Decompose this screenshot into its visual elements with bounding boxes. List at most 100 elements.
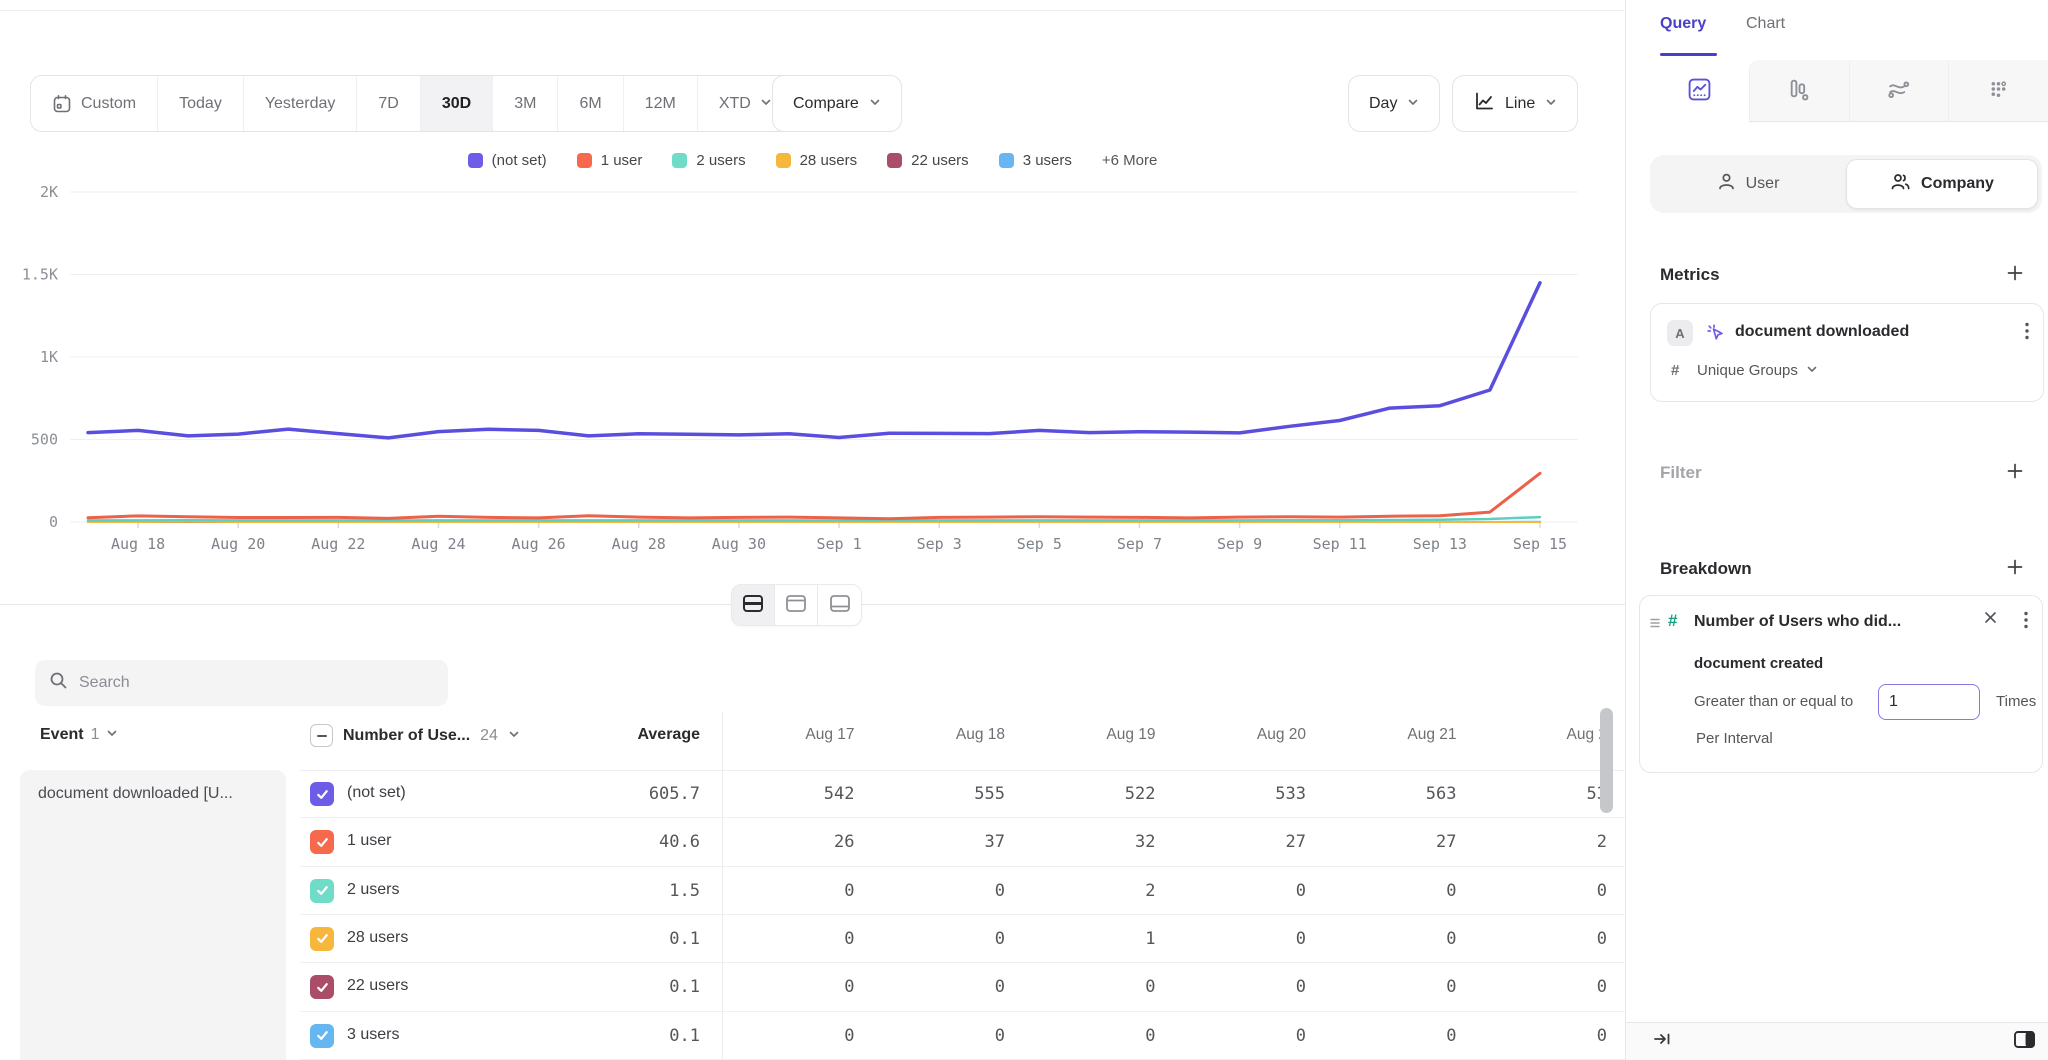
row-checkbox[interactable] <box>310 927 334 951</box>
chart-series-1-user[interactable] <box>88 473 1540 518</box>
row-value: 0 <box>1174 929 1325 949</box>
table-row-2-users[interactable]: 2 users1.5002000 <box>300 867 1625 915</box>
row-checkbox[interactable] <box>310 830 334 854</box>
range-today[interactable]: Today <box>158 76 244 131</box>
measure-hash-icon: # <box>1671 362 1679 379</box>
line-chart-icon <box>1473 90 1495 117</box>
row-value: 1 <box>1023 929 1174 949</box>
date-range-group: CustomTodayYesterday7D30D3M6M12MXTD <box>30 75 794 132</box>
legend-item-not-set[interactable]: (not set) <box>468 152 547 169</box>
metric-badge: A <box>1667 320 1693 346</box>
breakdown-property-name: Number of Users who did... <box>1694 613 1901 631</box>
breakdown-menu-button[interactable] <box>2024 611 2028 632</box>
range-30d[interactable]: 30D <box>421 76 493 131</box>
compare-label: Compare <box>793 95 859 113</box>
toggle-sidebar-button[interactable] <box>2013 1030 2036 1052</box>
active-tab-underline <box>1660 53 1717 56</box>
add-metric-button[interactable] <box>2004 262 2026 287</box>
range-7d[interactable]: 7D <box>357 76 420 131</box>
legend-more[interactable]: +6 More <box>1102 152 1157 169</box>
event-column-header[interactable]: Event 1 <box>40 726 118 744</box>
table-row-28-users[interactable]: 28 users0.1001000 <box>300 915 1625 963</box>
table-row-1-user[interactable]: 1 user40.626373227272 <box>300 818 1625 866</box>
breakdown-card[interactable]: # Number of Users who did... document cr… <box>1639 595 2043 773</box>
table-scrollbar[interactable] <box>1600 708 1613 813</box>
chevron-down-icon <box>1806 362 1818 379</box>
filter-title: Filter <box>1660 463 1702 483</box>
breakdown-value-input[interactable] <box>1878 684 1980 720</box>
row-value: 32 <box>1023 832 1174 852</box>
row-checkbox[interactable] <box>310 1024 334 1048</box>
tab-query[interactable]: Query <box>1660 15 1706 33</box>
row-value: 0 <box>722 881 873 901</box>
row-value: 0 <box>1475 881 1626 901</box>
chart-type-dropdown[interactable]: Line <box>1452 75 1578 132</box>
y-axis-tick-label: 0 <box>49 513 58 531</box>
legend-item-2-users[interactable]: 2 users <box>672 152 745 169</box>
table-row-not-set[interactable]: (not set)605.754255552253356353 <box>300 770 1625 818</box>
range-6m[interactable]: 6M <box>558 76 623 131</box>
breakdown-per-interval-label: Per Interval <box>1696 730 1773 747</box>
entity-option-user[interactable]: User <box>1650 155 1846 213</box>
chart-series-not-set[interactable] <box>88 283 1540 438</box>
chart-type-line-button[interactable] <box>1650 60 1749 122</box>
metric-menu-button[interactable] <box>2025 322 2029 343</box>
search-icon <box>49 671 68 695</box>
measure-label: Unique Groups <box>1697 362 1798 379</box>
add-breakdown-button[interactable] <box>2004 556 2026 581</box>
row-checkbox[interactable] <box>310 879 334 903</box>
chevron-down-icon <box>106 726 118 744</box>
layout-top-button[interactable] <box>775 585 818 625</box>
chart-type-bar-button[interactable] <box>1749 60 1849 122</box>
kebab-icon <box>2024 617 2028 632</box>
select-all-checkbox[interactable] <box>310 724 333 747</box>
entity-option-company[interactable]: Company <box>1846 159 2038 209</box>
split-view-icon <box>742 594 764 616</box>
x-axis-tick-label: Sep 1 <box>816 535 861 553</box>
row-value: 0 <box>722 977 873 997</box>
plus-icon <box>2006 270 2024 285</box>
add-filter-button[interactable] <box>2004 460 2026 485</box>
search-input[interactable] <box>79 674 434 692</box>
x-axis-tick-label: Sep 13 <box>1413 535 1467 553</box>
metric-card[interactable]: A document downloaded # Unique Groups <box>1650 303 2044 402</box>
drag-handle-icon[interactable] <box>1649 616 1661 634</box>
breakdown-event-name: document created <box>1694 655 1823 672</box>
compare-button[interactable]: Compare <box>772 75 902 132</box>
collapse-panel-button[interactable] <box>1652 1030 1672 1051</box>
row-checkbox[interactable] <box>310 975 334 999</box>
layout-split-button[interactable] <box>732 585 775 625</box>
row-value: 0 <box>873 977 1024 997</box>
chart-type-more-button[interactable] <box>1948 60 2048 122</box>
range-3m[interactable]: 3M <box>493 76 558 131</box>
row-checkbox[interactable] <box>310 782 334 806</box>
table-row-22-users[interactable]: 22 users0.1000000 <box>300 963 1625 1011</box>
tab-chart[interactable]: Chart <box>1746 15 1785 33</box>
legend-item-1-user[interactable]: 1 user <box>577 152 643 169</box>
metrics-section-header: Metrics <box>1660 262 2026 287</box>
legend-item-22-users[interactable]: 22 users <box>887 152 969 169</box>
row-value: 0 <box>1475 977 1626 997</box>
event-list-panel[interactable]: document downloaded [U... <box>20 770 286 1060</box>
row-average: 1.5 <box>560 881 700 901</box>
layout-bottom-button[interactable] <box>818 585 861 625</box>
x-axis-tick-label: Aug 24 <box>411 535 465 553</box>
dots-grid-icon <box>1986 77 2011 105</box>
chart-type-flow-button[interactable] <box>1849 60 1949 122</box>
measure-dropdown[interactable]: Unique Groups <box>1697 362 1818 379</box>
range-yesterday[interactable]: Yesterday <box>244 76 358 131</box>
range-12m[interactable]: 12M <box>624 76 698 131</box>
entity-user-label: User <box>1746 175 1780 193</box>
legend-item-28-users[interactable]: 28 users <box>776 152 858 169</box>
group-column-header[interactable]: Number of Use... 24 <box>310 724 520 747</box>
legend-item-3-users[interactable]: 3 users <box>999 152 1072 169</box>
interval-dropdown[interactable]: Day <box>1348 75 1440 132</box>
chevron-down-icon <box>508 727 520 745</box>
row-label: (not set) <box>347 784 406 802</box>
range-custom[interactable]: Custom <box>31 76 158 131</box>
date-header: Aug 19 <box>1023 726 1174 744</box>
row-value: 0 <box>873 929 1024 949</box>
legend-swatch <box>999 153 1014 168</box>
table-row-3-users[interactable]: 3 users0.1000000 <box>300 1012 1625 1060</box>
remove-breakdown-button[interactable] <box>1983 610 1998 628</box>
